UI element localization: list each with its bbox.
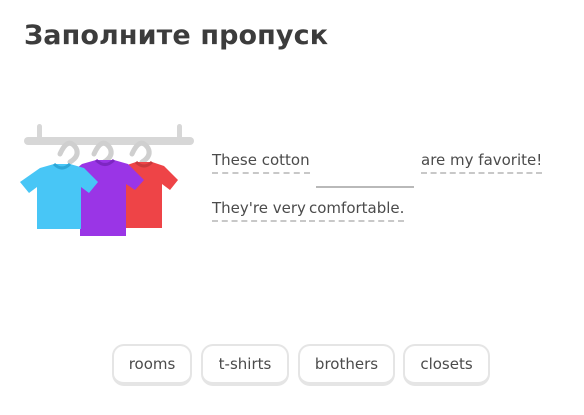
choice-brothers-button[interactable]: brothers: [298, 344, 395, 386]
hanger-icon: [57, 140, 152, 165]
exercise-page: Заполните пропуск These cotton are my fa…: [0, 0, 584, 415]
clothes-rack-illustration: [20, 124, 194, 236]
answer-blank[interactable]: [316, 186, 414, 188]
choice-t-shirts-button[interactable]: t-shirts: [201, 344, 289, 386]
word-bank: rooms t-shirts brothers closets: [0, 344, 584, 392]
sentence-text-1[interactable]: These cotton: [212, 150, 310, 174]
sentence-text-2[interactable]: are my favorite!: [421, 150, 543, 174]
choice-rooms-button[interactable]: rooms: [112, 344, 192, 386]
page-title: Заполните пропуск: [24, 20, 329, 51]
choice-closets-button[interactable]: closets: [403, 344, 490, 386]
clothes-rack-icon: [24, 124, 194, 145]
sentence-word-theyre-very[interactable]: They're very: [212, 198, 306, 222]
sentence-word-comfortable[interactable]: comfortable.: [309, 198, 405, 222]
